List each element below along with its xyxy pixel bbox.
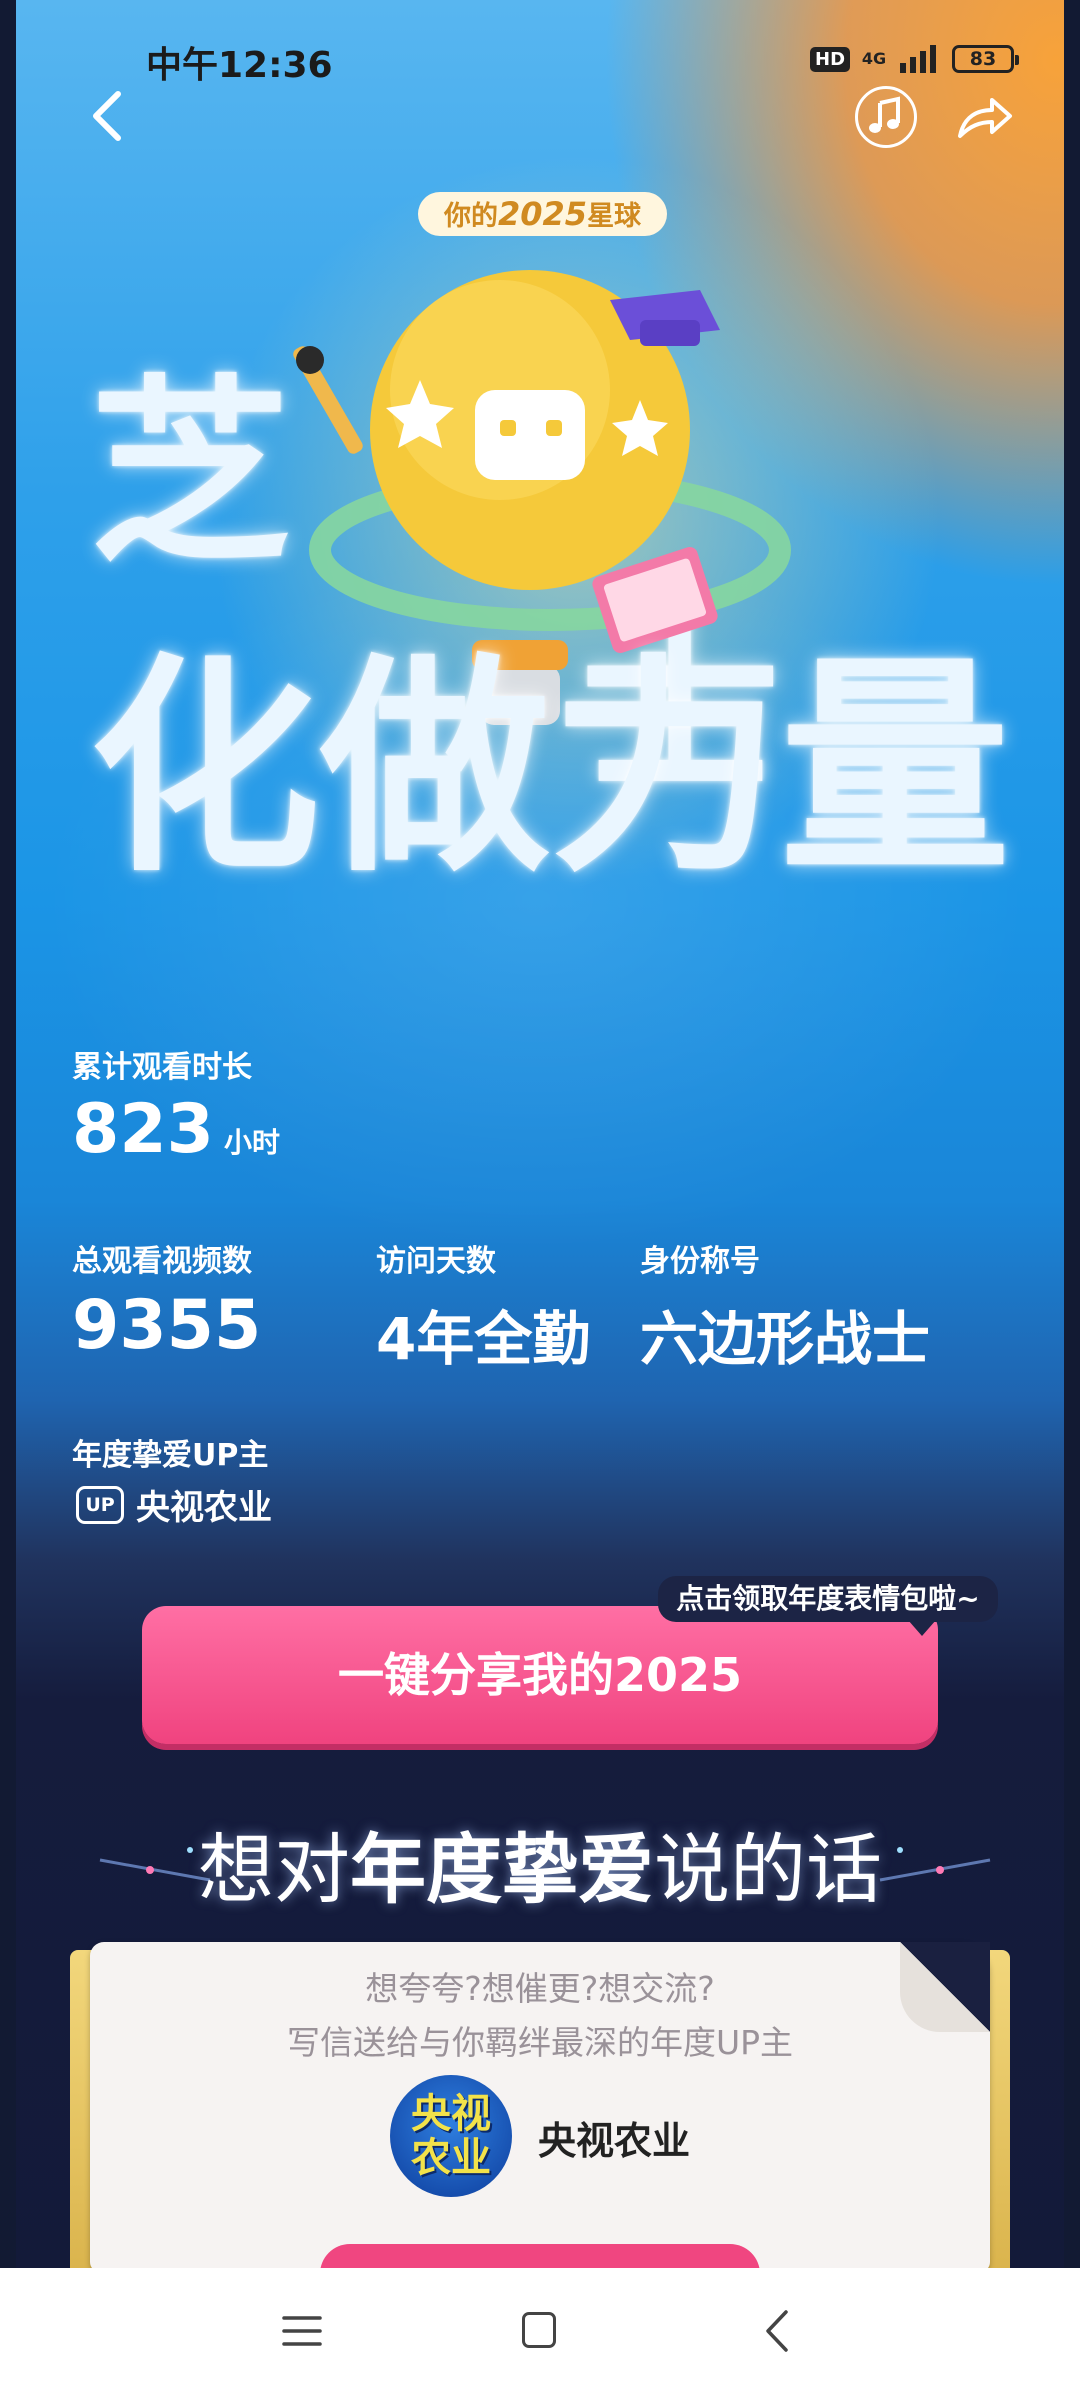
battery-indicator: 83 xyxy=(952,45,1020,73)
share-button[interactable] xyxy=(952,90,1016,146)
avatar-text-top: 央视 xyxy=(411,2091,491,2137)
fav-up-row[interactable]: UP 央视农业 xyxy=(76,1480,272,1529)
music-button[interactable] xyxy=(855,86,917,148)
videos-label: 总观看视频数 xyxy=(72,1244,252,1279)
sticker-tooltip[interactable]: 点击领取年度表情包啦~ xyxy=(658,1576,998,1636)
identity-value: 六边形战士 xyxy=(640,1305,931,1373)
message-title-post: 说的话 xyxy=(654,1825,882,1914)
visit-days-value: 4年全勤 xyxy=(376,1305,591,1373)
headline-line-2: 化 做 力 量 xyxy=(90,636,1010,903)
hd-badge: HD xyxy=(810,46,851,72)
headline-char-5: 力 xyxy=(550,636,781,903)
message-title-bold: 年度挚爱 xyxy=(350,1825,654,1914)
up-tag-icon: UP xyxy=(76,1485,124,1524)
up-avatar[interactable]: 央视 农业 xyxy=(390,2075,512,2197)
headline-char-3: 化 xyxy=(90,636,321,903)
headline-char-4: 做 xyxy=(320,636,551,903)
letter-prompt-line-2: 写信送给与你羁绊最深的年度UP主 xyxy=(286,2023,794,2062)
back-button[interactable] xyxy=(84,86,130,146)
identity-label: 身份称号 xyxy=(640,1244,760,1279)
avatar-text-bottom: 农业 xyxy=(411,2135,491,2181)
videos-value: 9355 xyxy=(72,1286,262,1365)
watch-time-unit: 小时 xyxy=(223,1126,280,1159)
network-type: 4G xyxy=(861,49,887,68)
letter-prompt-line-1: 想夸夸?想催更?想交流? xyxy=(365,1969,715,2008)
planet-tag: 你的2025星球 xyxy=(418,192,668,236)
home-square-icon[interactable] xyxy=(522,2312,556,2348)
status-indicators: HD 4G 83 xyxy=(810,40,1020,78)
watch-time-value-group: 823 小时 xyxy=(72,1090,280,1169)
letter-up-name: 央视农业 xyxy=(538,2119,691,2163)
message-section-title: 想对年度挚爱说的话 xyxy=(0,1820,1080,1920)
fav-up-label: 年度挚爱UP主 xyxy=(72,1438,269,1473)
headline-char-6: 量 xyxy=(780,636,1011,903)
page: 中午12:36 HD 4G 83 你的2025星球 芝 士 化 做 力 量 累计… xyxy=(0,0,1080,2400)
planet-tag-prefix: 你的 xyxy=(444,201,498,232)
menu-icon[interactable] xyxy=(282,2314,322,2348)
message-title-pre: 想对 xyxy=(198,1825,350,1914)
signal-icon xyxy=(900,45,937,73)
watch-time-label: 累计观看时长 xyxy=(72,1050,252,1085)
visit-days-label: 访问天数 xyxy=(376,1244,496,1279)
back-triangle-icon[interactable] xyxy=(762,2308,792,2354)
status-time: 中午12:36 xyxy=(146,45,333,86)
fav-up-name: 央视农业 xyxy=(136,1488,272,1528)
share-my-2025-button[interactable]: 一键分享我的2025 xyxy=(142,1606,938,1744)
watch-time-value: 823 xyxy=(72,1090,214,1169)
music-note-icon xyxy=(869,96,900,133)
planet-tag-suffix: 星球 xyxy=(587,201,642,232)
planet-tag-year: 2025 xyxy=(498,195,588,233)
